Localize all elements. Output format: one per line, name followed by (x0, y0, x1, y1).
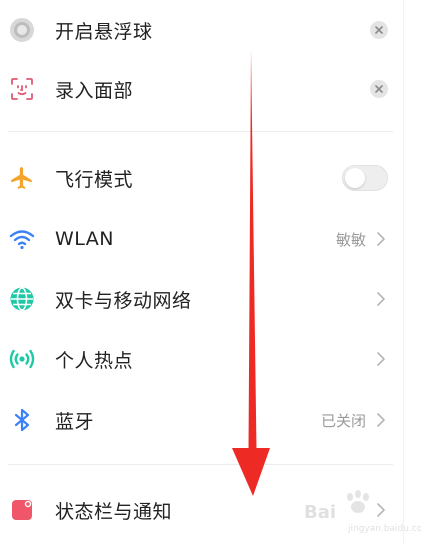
wlan-row[interactable]: WLAN 敏敏 (0, 209, 400, 269)
bluetooth-label: 蓝牙 (55, 410, 95, 433)
chevron-right-icon (374, 500, 388, 520)
toggle-knob (345, 168, 365, 188)
dismiss-floating-ball-button[interactable] (370, 21, 388, 39)
dismiss-face-unlock-button[interactable] (370, 80, 388, 98)
settings-screen: 开启悬浮球 录入面部 飞行模式 WLAN 敏敏 双卡与移动网络 个人热点 蓝牙 … (0, 0, 421, 545)
floating-ball-row[interactable]: 开启悬浮球 (0, 0, 400, 60)
face-scan-icon (7, 74, 37, 104)
globe-icon (7, 284, 37, 314)
face-unlock-label: 录入面部 (55, 79, 134, 102)
airplane-mode-toggle[interactable] (342, 165, 388, 191)
wlan-label: WLAN (55, 228, 115, 250)
bluetooth-row[interactable]: 蓝牙 已关闭 (0, 390, 400, 450)
hotspot-label: 个人热点 (55, 349, 134, 372)
airplane-icon (7, 163, 37, 193)
airplane-mode-label: 飞行模式 (55, 168, 134, 191)
section-divider (8, 131, 393, 132)
chevron-right-icon (374, 289, 388, 309)
scroll-edge (403, 0, 404, 545)
chevron-right-icon (374, 229, 388, 249)
wifi-icon (7, 224, 37, 254)
sim-network-label: 双卡与移动网络 (55, 289, 192, 312)
bluetooth-icon (7, 405, 37, 435)
chevron-right-icon (374, 349, 388, 369)
close-icon (375, 85, 383, 93)
wlan-network-name: 敏敏 (335, 230, 366, 249)
status-bar-row[interactable]: 状态栏与通知 (0, 480, 400, 540)
floating-ball-label: 开启悬浮球 (55, 20, 153, 43)
close-icon (375, 26, 383, 34)
section-divider (8, 464, 393, 465)
chevron-right-icon (374, 410, 388, 430)
bluetooth-status: 已关闭 (320, 411, 366, 430)
face-unlock-row[interactable]: 录入面部 (0, 59, 400, 119)
hotspot-icon (7, 344, 37, 374)
status-bar-label: 状态栏与通知 (55, 500, 173, 523)
airplane-mode-row[interactable]: 飞行模式 (0, 148, 400, 208)
status-bar-icon (7, 495, 37, 525)
hotspot-row[interactable]: 个人热点 (0, 329, 400, 389)
sim-network-row[interactable]: 双卡与移动网络 (0, 269, 400, 329)
floating-ball-icon (7, 15, 37, 45)
